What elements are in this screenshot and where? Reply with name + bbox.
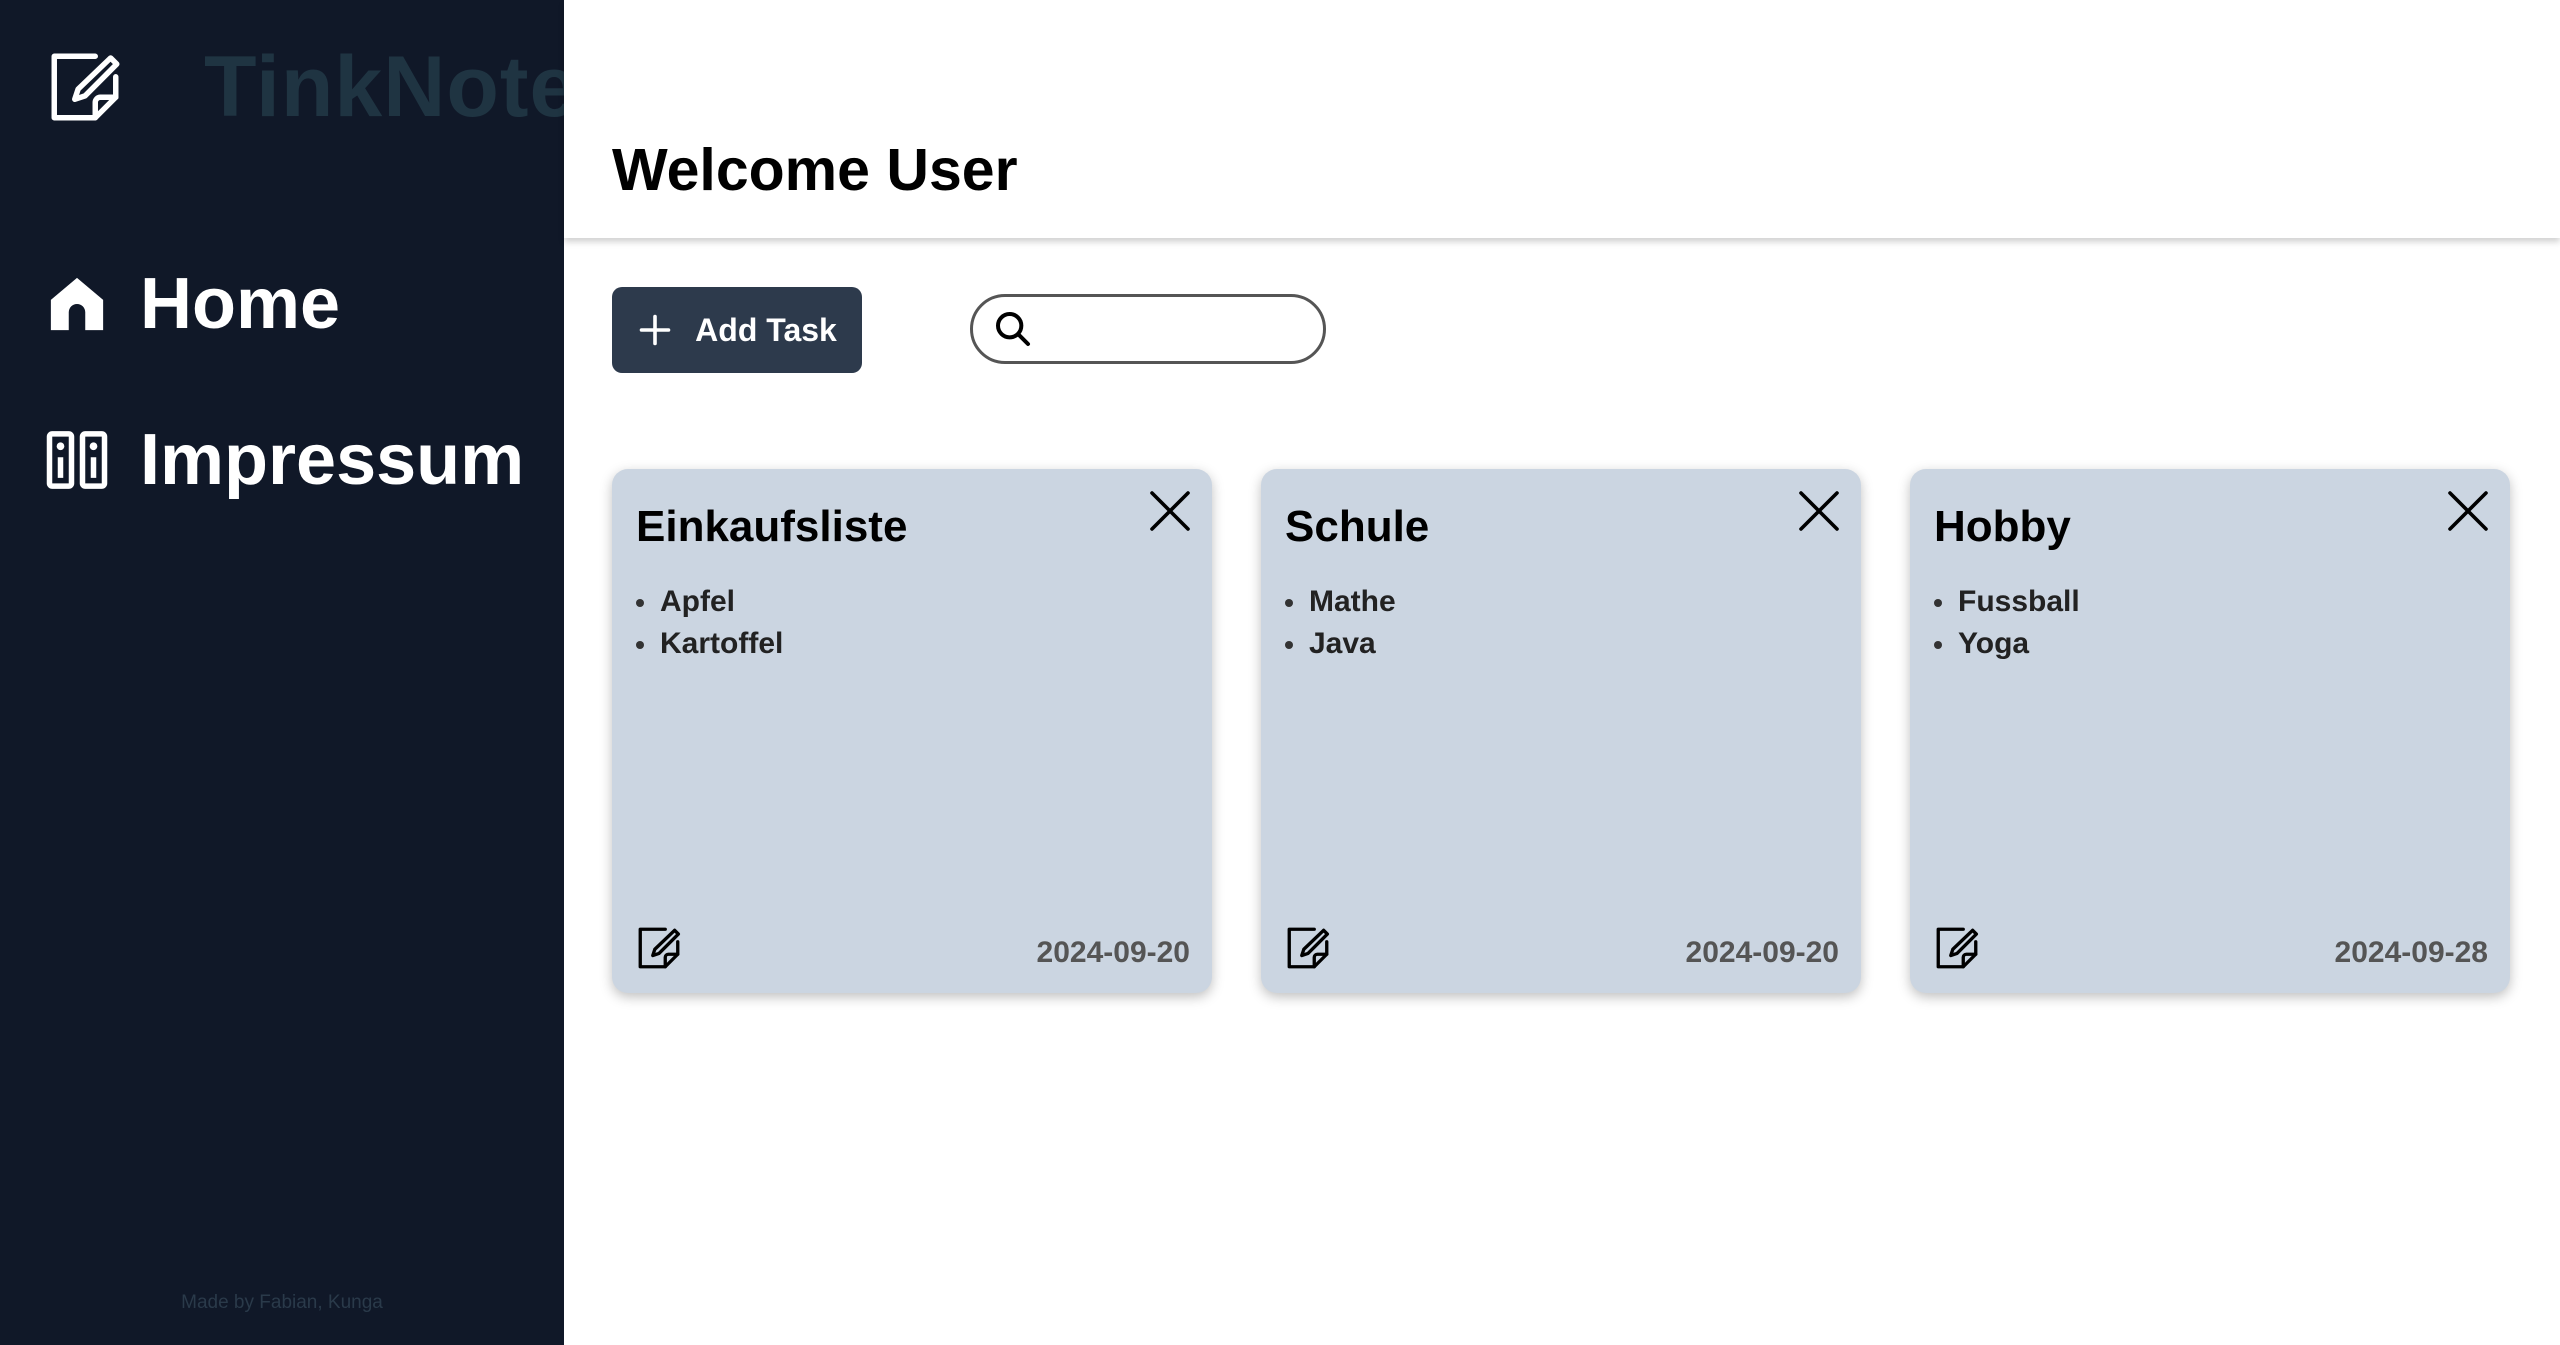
edit-icon[interactable] xyxy=(634,923,684,973)
info-columns-icon xyxy=(46,431,108,489)
search-box[interactable] xyxy=(970,294,1326,364)
search-icon xyxy=(996,312,1030,346)
close-icon[interactable] xyxy=(1795,487,1843,535)
sidebar-item-label: Impressum xyxy=(140,420,525,500)
add-task-button[interactable]: Add Task xyxy=(612,287,862,373)
add-task-label: Add Task xyxy=(695,311,837,348)
card-date: 2024-09-20 xyxy=(1685,936,1839,969)
list-item: Yoga xyxy=(1934,623,2080,665)
card-items: Apfel Kartoffel xyxy=(636,581,783,665)
card-date: 2024-09-28 xyxy=(2334,936,2488,969)
list-item: Kartoffel xyxy=(636,623,783,665)
edit-icon[interactable] xyxy=(1932,923,1982,973)
sidebar-nav: Home Impressum xyxy=(44,256,524,568)
sidebar: TinkNote Home Impressum Made by Fabian, … xyxy=(0,0,577,1345)
card-items: Fussball Yoga xyxy=(1934,581,2080,665)
card-date: 2024-09-20 xyxy=(1036,936,1190,969)
task-card[interactable]: Hobby Fussball Yoga 2024-09-28 xyxy=(1910,469,2510,993)
plus-icon xyxy=(639,314,671,346)
card-title: Hobby xyxy=(1934,502,2071,551)
sidebar-item-impressum[interactable]: Impressum xyxy=(44,412,524,508)
list-item: Mathe xyxy=(1285,581,1396,623)
home-icon xyxy=(50,277,104,331)
footer-credit: Made by Fabian, Kunga xyxy=(181,1292,383,1313)
list-item: Java xyxy=(1285,623,1396,665)
close-icon[interactable] xyxy=(2444,487,2492,535)
list-item: Fussball xyxy=(1934,581,2080,623)
card-items: Mathe Java xyxy=(1285,581,1396,665)
main-content: Welcome User Add Task Einkaufsliste Apfe… xyxy=(564,0,2560,1345)
list-item: Apfel xyxy=(636,581,783,623)
page-title: Welcome User xyxy=(612,137,1018,203)
edit-icon[interactable] xyxy=(1283,923,1333,973)
note-edit-icon xyxy=(51,53,120,121)
task-card[interactable]: Schule Mathe Java 2024-09-20 xyxy=(1261,469,1861,993)
card-title: Einkaufsliste xyxy=(636,502,908,551)
card-title: Schule xyxy=(1285,502,1430,551)
task-card[interactable]: Einkaufsliste Apfel Kartoffel 2024-09-20 xyxy=(612,469,1212,993)
close-icon[interactable] xyxy=(1146,487,1194,535)
search-input[interactable] xyxy=(1045,312,1309,346)
brand-name: TinkNote xyxy=(204,39,579,135)
sidebar-item-home[interactable]: Home xyxy=(44,256,524,352)
brand[interactable]: TinkNote xyxy=(44,42,578,132)
sidebar-item-label: Home xyxy=(140,264,341,344)
page-header: Welcome User xyxy=(564,0,2560,238)
